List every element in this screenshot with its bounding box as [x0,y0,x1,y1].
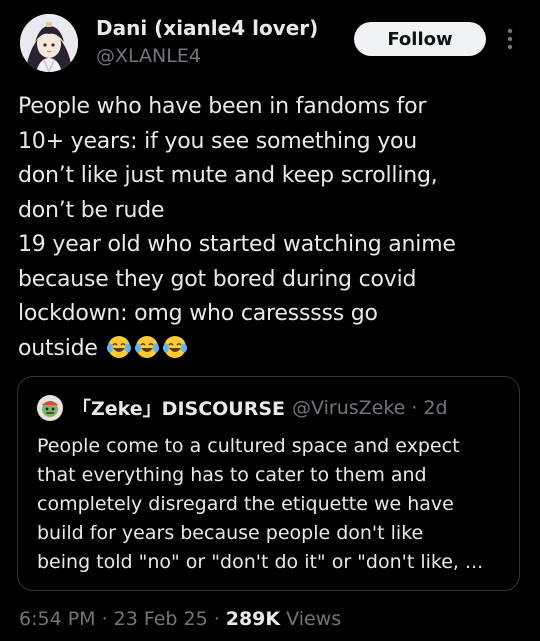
tweet-text-line: 19 year old who started watching anime [18,232,456,257]
tweet-text-line: don’t be rude [18,197,165,223]
quoted-text-line: that everything has to cater to them and [37,464,427,486]
author-avatar[interactable] [20,14,78,72]
separator-dot: · [213,608,220,630]
tweet-date[interactable]: 23 Feb 25 [114,608,208,630]
quoted-text-line: being told "no" or "don't do it" or "don… [37,551,484,573]
tweet-time[interactable]: 6:54 PM [19,608,96,630]
views-count: 289K [225,608,281,630]
quoted-tweet-text: People come to a cultured space and expe… [37,432,507,577]
quoted-text-line: build for years because people don't lik… [37,522,424,544]
tweet: Dani (xianle4 lover) @XLANLE4 Follow Peo… [0,0,540,641]
tweet-text: People who have been in fandoms for 10+ … [18,90,528,366]
tweet-text-line: 10+ years: if you see something you [18,128,418,154]
face-with-tears-of-joy-icon [134,335,159,358]
quoted-author-display-name[interactable]: 「Zeke」DISCOURSE [72,394,285,421]
more-options-button[interactable] [502,26,518,52]
author-info: Dani (xianle4 lover) @XLANLE4 [96,15,318,69]
separator-dot: · [411,396,418,419]
quoted-text-line: completely disregard the etiquette we ha… [37,493,454,515]
quoted-tweet-header: 「Zeke」DISCOURSE @VirusZeke · 2d [37,394,448,421]
tweet-text-last-line: outside [18,332,528,367]
tweet-text-line: don’t like just mute and keep scrolling, [18,163,438,188]
views-label: Views [286,608,342,630]
quoted-author-avatar[interactable] [37,394,63,421]
more-vertical-icon [507,28,513,50]
tweet-text-line: lockdown: omg who caresssss go [18,301,378,326]
quoted-author-handle[interactable]: @VirusZeke [292,397,405,419]
follow-button[interactable]: Follow [354,22,486,56]
tweet-text-line: because they got bored during covid [18,266,417,292]
face-with-tears-of-joy-icon [162,335,187,358]
quoted-text-line: People come to a cultured space and expe… [37,435,460,457]
avatar-image [20,14,78,72]
emoji-row [106,334,188,360]
quoted-tweet-card[interactable]: 「Zeke」DISCOURSE @VirusZeke · 2d People c… [17,376,520,591]
author-display-name[interactable]: Dani (xianle4 lover) [96,15,318,41]
separator-dot: · [101,608,108,630]
tweet-text-line: outside [18,335,98,361]
quoted-tweet-time[interactable]: 2d [423,397,447,419]
tweet-text-line: People who have been in fandoms for [18,94,427,119]
avatar-image [37,394,63,421]
author-handle[interactable]: @XLANLE4 [96,43,318,69]
face-with-tears-of-joy-icon [106,335,131,358]
tweet-meta: 6:54 PM · 23 Feb 25 · 289K Views [19,608,341,630]
